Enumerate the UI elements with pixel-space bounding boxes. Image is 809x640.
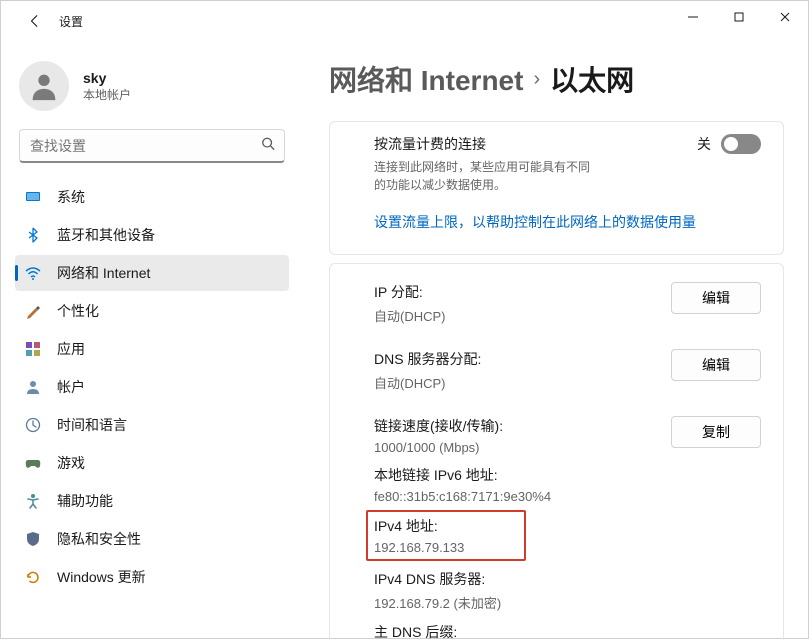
accessibility-icon — [25, 493, 41, 509]
network-icon — [25, 265, 41, 281]
sidebar-item-bluetooth[interactable]: 蓝牙和其他设备 — [15, 217, 289, 253]
sidebar-item-time-language[interactable]: 时间和语言 — [15, 407, 289, 443]
user-name: sky — [83, 70, 131, 86]
sidebar-item-system[interactable]: 系统 — [15, 179, 289, 215]
sidebar-item-privacy[interactable]: 隐私和安全性 — [15, 521, 289, 557]
sidebar: sky 本地帐户 系统 蓝牙和其他设备 网络和 Internet — [1, 41, 301, 640]
sidebar-item-label: 应用 — [57, 339, 85, 359]
maximize-button[interactable] — [716, 1, 762, 33]
dns-assignment-value: 自动(DHCP) — [374, 373, 671, 392]
metered-toggle[interactable] — [721, 134, 761, 154]
sidebar-item-label: Windows 更新 — [57, 567, 146, 587]
link-speed-label: 链接速度(接收/传输): — [374, 416, 671, 436]
ipv4-dns-label: IPv4 DNS 服务器: — [374, 569, 671, 589]
sidebar-item-label: 网络和 Internet — [57, 263, 150, 283]
sidebar-item-label: 游戏 — [57, 453, 85, 473]
search-icon — [261, 137, 275, 156]
ipv6-local-label: 本地链接 IPv6 地址: — [374, 465, 671, 485]
sidebar-item-label: 系统 — [57, 187, 85, 207]
sidebar-item-gaming[interactable]: 游戏 — [15, 445, 289, 481]
minimize-button[interactable] — [670, 1, 716, 33]
ipv4-address-label: IPv4 地址: — [374, 516, 464, 536]
privacy-icon — [25, 531, 41, 547]
ip-assignment-label: IP 分配: — [374, 282, 671, 302]
sidebar-item-label: 辅助功能 — [57, 491, 113, 511]
sidebar-item-network[interactable]: 网络和 Internet — [15, 255, 289, 291]
bluetooth-icon — [25, 227, 41, 243]
user-profile[interactable]: sky 本地帐户 — [15, 53, 289, 125]
breadcrumb-current: 以太网 — [550, 59, 634, 99]
time-icon — [25, 417, 41, 433]
sidebar-item-personalization[interactable]: 个性化 — [15, 293, 289, 329]
window-title: 设置 — [59, 13, 83, 30]
sidebar-item-label: 帐户 — [57, 377, 85, 397]
content-area: 网络和 Internet › 以太网 按流量计费的连接 连接到此网络时，某些应用… — [301, 41, 808, 640]
network-properties-card: IP 分配: 自动(DHCP) 编辑 DNS 服务器分配: 自动(DHCP) 编… — [329, 263, 784, 640]
ipv6-local-value: fe80::31b5:c168:7171:9e30%4 — [374, 489, 671, 504]
metered-desc: 连接到此网络时，某些应用可能具有不同的功能以减少数据使用。 — [374, 158, 594, 194]
update-icon — [25, 569, 41, 585]
ipv4-address-value: 192.168.79.133 — [374, 540, 464, 555]
accounts-icon — [25, 379, 41, 395]
sidebar-item-accounts[interactable]: 帐户 — [15, 369, 289, 405]
chevron-right-icon: › — [533, 68, 540, 91]
copy-button[interactable]: 复制 — [671, 416, 761, 448]
edit-ip-button[interactable]: 编辑 — [671, 282, 761, 314]
navigation: 系统 蓝牙和其他设备 网络和 Internet 个性化 应用 帐户 — [15, 177, 289, 640]
ip-assignment-value: 自动(DHCP) — [374, 306, 671, 325]
ipv4-highlight-box: IPv4 地址: 192.168.79.133 — [366, 510, 526, 561]
sidebar-item-label: 蓝牙和其他设备 — [57, 225, 155, 245]
ipv4-dns-value: 192.168.79.2 (未加密) — [374, 593, 671, 612]
title-bar: 设置 — [1, 1, 808, 41]
toggle-label: 关 — [697, 134, 711, 154]
breadcrumb: 网络和 Internet › 以太网 — [329, 59, 784, 99]
breadcrumb-parent[interactable]: 网络和 Internet — [329, 59, 523, 99]
user-subtitle: 本地帐户 — [83, 86, 131, 103]
dns-assignment-label: DNS 服务器分配: — [374, 349, 671, 369]
sidebar-item-label: 隐私和安全性 — [57, 529, 141, 549]
system-icon — [25, 189, 41, 205]
window-controls — [670, 1, 808, 33]
sidebar-item-label: 时间和语言 — [57, 415, 127, 435]
data-limit-link[interactable]: 设置流量上限，以帮助控制在此网络上的数据使用量 — [374, 214, 696, 230]
primary-dns-suffix-label: 主 DNS 后缀: — [374, 622, 671, 640]
sidebar-item-windows-update[interactable]: Windows 更新 — [15, 559, 289, 595]
edit-dns-button[interactable]: 编辑 — [671, 349, 761, 381]
sidebar-item-apps[interactable]: 应用 — [15, 331, 289, 367]
link-speed-value: 1000/1000 (Mbps) — [374, 440, 671, 455]
personalization-icon — [25, 303, 41, 319]
close-button[interactable] — [762, 1, 808, 33]
avatar — [19, 61, 69, 111]
sidebar-item-label: 个性化 — [57, 301, 99, 321]
metered-title: 按流量计费的连接 — [374, 134, 594, 154]
sidebar-item-accessibility[interactable]: 辅助功能 — [15, 483, 289, 519]
apps-icon — [25, 341, 41, 357]
metered-connection-card: 按流量计费的连接 连接到此网络时，某些应用可能具有不同的功能以减少数据使用。 关… — [329, 121, 784, 255]
back-button[interactable] — [19, 5, 51, 37]
search-input[interactable] — [19, 129, 285, 163]
search-field[interactable] — [19, 129, 285, 163]
gaming-icon — [25, 455, 41, 471]
